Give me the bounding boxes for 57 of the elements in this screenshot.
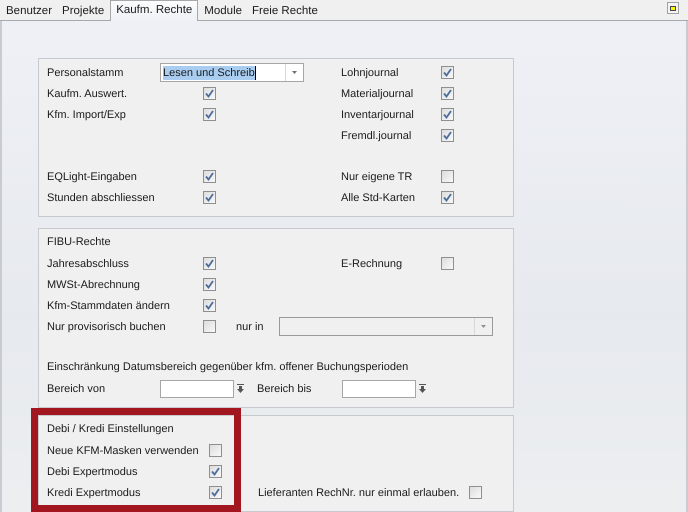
checkbox[interactable] bbox=[209, 444, 222, 457]
field-label: Stunden abschliessen bbox=[47, 192, 156, 204]
field-label: Lieferanten RechNr. nur einmal erlauben. bbox=[258, 486, 460, 498]
field-label: Bereich bis bbox=[257, 382, 312, 394]
checkbox[interactable] bbox=[441, 129, 454, 142]
field-label: Nur provisorisch buchen bbox=[47, 320, 167, 332]
field-label: Kaufm. Auswert. bbox=[47, 88, 128, 100]
tab[interactable]: Projekte bbox=[58, 3, 108, 20]
checkbox[interactable] bbox=[203, 108, 216, 121]
down-arrow-icon[interactable] bbox=[419, 384, 426, 393]
field-label: Inventarjournal bbox=[341, 108, 415, 120]
field-label: EQLight-Eingaben bbox=[47, 170, 138, 182]
field-label: Personalstamm bbox=[47, 66, 124, 78]
tab[interactable]: Benutzer bbox=[2, 3, 56, 20]
field-label: Kfm-Stammdaten ändern bbox=[47, 300, 171, 312]
field-label: Alle Std-Karten bbox=[341, 192, 416, 204]
field-label: Debi Expertmodus bbox=[47, 466, 138, 478]
field-label: Kfm. Import/Exp bbox=[47, 108, 127, 120]
checkbox[interactable] bbox=[441, 191, 454, 204]
checkbox[interactable] bbox=[209, 465, 222, 478]
field-label: Materialjournal bbox=[341, 88, 414, 100]
down-arrow-icon[interactable] bbox=[237, 384, 244, 393]
caret-icon[interactable] bbox=[292, 71, 297, 74]
field-label: Kredi Expertmodus bbox=[47, 486, 142, 498]
checkbox[interactable] bbox=[203, 278, 216, 291]
field-label: Neue KFM-Masken verwenden bbox=[47, 444, 200, 456]
checkbox[interactable] bbox=[469, 486, 482, 499]
date-field[interactable] bbox=[160, 380, 234, 398]
field-label: nur in bbox=[236, 320, 265, 332]
group-title: Debi / Kredi Einstellungen bbox=[47, 422, 175, 437]
field-label: Bereich von bbox=[47, 382, 106, 394]
checkbox[interactable] bbox=[441, 170, 454, 183]
note-text: Einschränkung Datumsbereich gegenüber kfm. offener Buchungsperioden bbox=[47, 360, 410, 375]
checkbox[interactable] bbox=[203, 299, 216, 312]
checkbox[interactable] bbox=[203, 320, 216, 333]
tab[interactable]: Freie Rechte bbox=[248, 3, 322, 20]
tab[interactable]: Module bbox=[200, 3, 246, 20]
checkbox[interactable] bbox=[209, 486, 222, 499]
checkbox[interactable] bbox=[441, 87, 454, 100]
checkbox[interactable] bbox=[441, 257, 454, 270]
field-label: Fremdl.journal bbox=[341, 130, 412, 142]
checkbox[interactable] bbox=[203, 87, 216, 100]
checkbox[interactable] bbox=[203, 191, 216, 204]
indicator-icon[interactable] bbox=[667, 2, 679, 14]
tab[interactable]: Kaufm. Rechte bbox=[110, 0, 198, 21]
dropdown[interactable]: Lesen und Schreib bbox=[160, 63, 304, 82]
checkbox[interactable] bbox=[203, 170, 216, 183]
field-label: E-Rechnung bbox=[341, 258, 404, 270]
checkbox[interactable] bbox=[441, 108, 454, 121]
group-title: FIBU-Rechte bbox=[47, 235, 112, 250]
field-label: Lohnjournal bbox=[341, 66, 400, 78]
date-field[interactable] bbox=[342, 380, 416, 398]
checkbox[interactable] bbox=[203, 257, 216, 270]
field-label: Jahresabschluss bbox=[47, 258, 130, 270]
field-label: MWSt-Abrechnung bbox=[47, 278, 141, 290]
checkbox[interactable] bbox=[441, 66, 454, 79]
field-label: Nur eigene TR bbox=[341, 170, 414, 182]
